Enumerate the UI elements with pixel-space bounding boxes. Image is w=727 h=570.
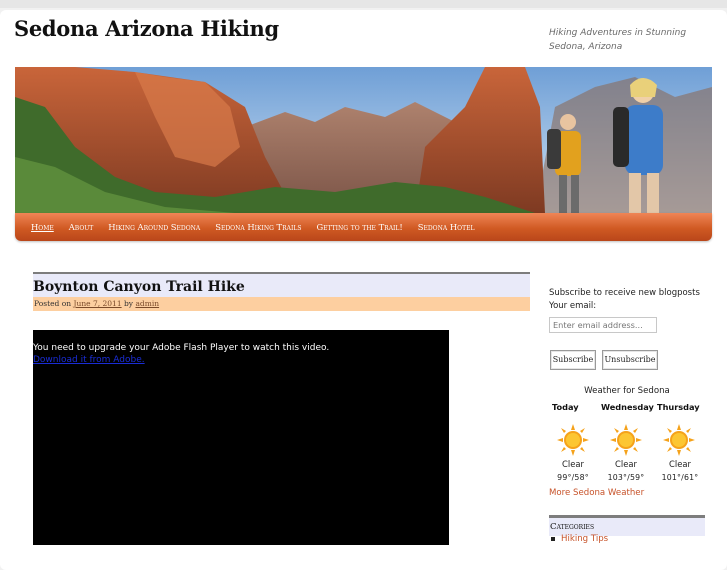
- subscribe-widget: Subscribe to receive new blogposts Your …: [549, 287, 709, 313]
- nav-getting-to-the-trail[interactable]: Getting to the Trail!: [316, 213, 402, 241]
- bullet-icon: [551, 536, 555, 541]
- email-label: Your email:: [549, 301, 597, 311]
- weather-day-today: Today: [552, 402, 579, 412]
- post-header: Boynton Canyon Trail Hike Posted on June…: [33, 272, 530, 311]
- post-date-link[interactable]: June 7, 2011: [73, 299, 121, 308]
- weather-temps-thursday: 101°/61°: [661, 473, 699, 482]
- weather-temps-wednesday: 103°/59°: [607, 473, 645, 482]
- sun-icon: [557, 424, 589, 456]
- more-weather-link[interactable]: More Sedona Weather: [549, 488, 644, 498]
- nav-home[interactable]: Home: [31, 213, 54, 241]
- main-navigation: Home About Hiking Around Sedona Sedona H…: [15, 213, 712, 241]
- unsubscribe-button[interactable]: Unsubscribe: [602, 350, 658, 370]
- nav-sedona-hotel[interactable]: Sedona Hotel: [418, 213, 475, 241]
- category-label[interactable]: Hiking Tips: [561, 534, 608, 544]
- subscribe-button[interactable]: Subscribe: [550, 350, 596, 370]
- subscribe-text: Subscribe to receive new blogposts: [549, 288, 700, 298]
- flash-download-link[interactable]: Download it from Adobe.: [33, 354, 145, 366]
- post-meta-prefix: Posted on: [34, 299, 72, 308]
- nav-hiking-around-sedona[interactable]: Hiking Around Sedona: [108, 213, 200, 241]
- weather-temps-today: 99°/58°: [557, 473, 589, 482]
- sun-icon: [663, 424, 695, 456]
- nav-sedona-hiking-trails[interactable]: Sedona Hiking Trails: [215, 213, 301, 241]
- sun-icon: [610, 424, 642, 456]
- site-tagline: Hiking Adventures in Stunning Sedona, Ar…: [549, 28, 687, 52]
- flash-upgrade-message: You need to upgrade your Adobe Flash Pla…: [33, 343, 330, 353]
- post-meta: Posted on June 7, 2011 by admin: [33, 297, 530, 311]
- weather-day-thursday: Thursday: [657, 402, 700, 412]
- email-input[interactable]: Enter email address...: [549, 317, 657, 333]
- video-player[interactable]: You need to upgrade your Adobe Flash Pla…: [33, 330, 449, 545]
- post-meta-by: by: [124, 299, 134, 308]
- post-title[interactable]: Boynton Canyon Trail Hike: [33, 278, 530, 296]
- header-banner-image: [15, 67, 712, 213]
- weather-condition-wednesday: Clear: [615, 459, 637, 469]
- category-item[interactable]: Hiking Tips: [551, 534, 608, 544]
- weather-title: Weather for Sedona: [584, 386, 670, 396]
- site-title[interactable]: Sedona Arizona Hiking: [14, 16, 279, 41]
- categories-header: Categories: [549, 515, 705, 536]
- weather-condition-today: Clear: [562, 459, 584, 469]
- nav-about[interactable]: About: [69, 213, 94, 241]
- top-strip: [0, 0, 727, 8]
- weather-condition-thursday: Clear: [669, 459, 691, 469]
- weather-day-wednesday: Wednesday: [601, 402, 654, 412]
- post-author-link[interactable]: admin: [135, 299, 159, 308]
